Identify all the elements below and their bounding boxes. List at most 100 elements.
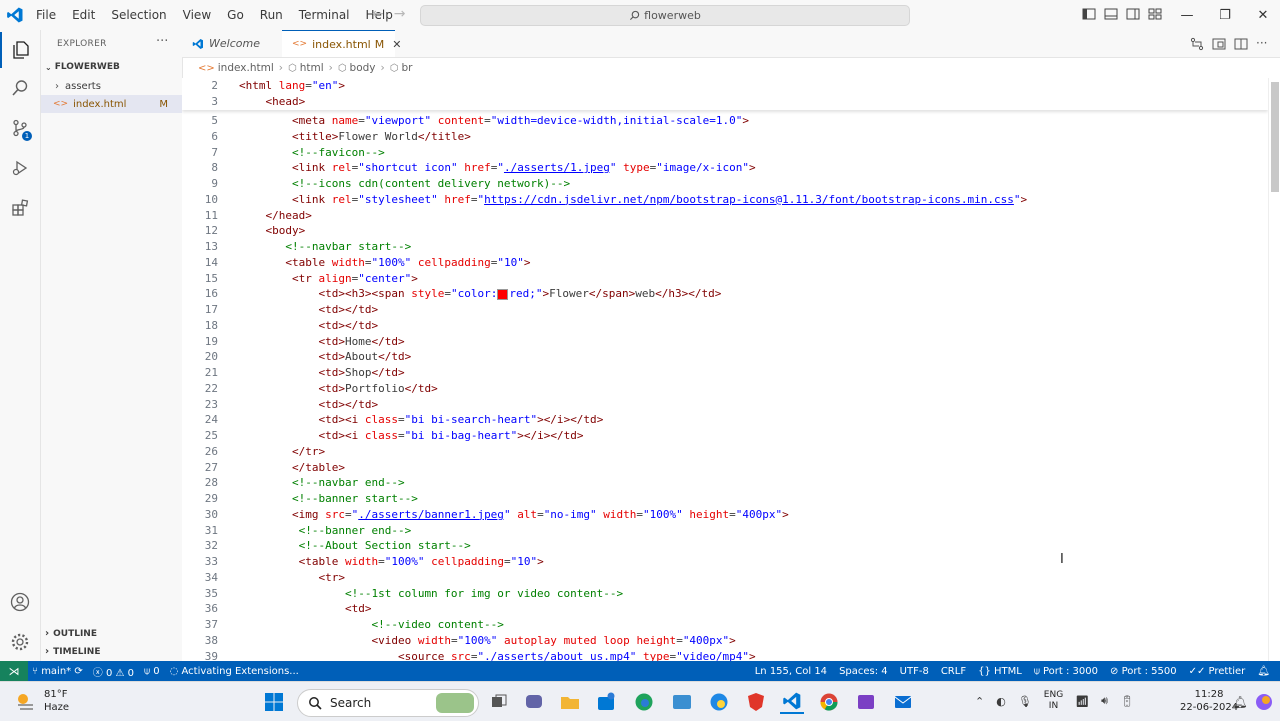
breadcrumb-item[interactable]: br xyxy=(401,62,412,74)
sticky-scroll-line[interactable]: 3 <head> xyxy=(182,94,1268,110)
wifi-icon[interactable]: 📶︎ xyxy=(1075,695,1089,708)
sticky-scroll-line[interactable]: 2 <html lang="en"> xyxy=(182,78,1268,94)
explorer-icon[interactable] xyxy=(0,32,40,68)
outline-section[interactable]: › OUTLINE xyxy=(45,628,97,639)
menu-edit[interactable]: Edit xyxy=(64,8,103,22)
breadcrumb-item[interactable]: body xyxy=(350,62,376,74)
code-line[interactable]: 20 <td>About</td> xyxy=(182,349,1268,365)
forward-arrow-icon[interactable]: → xyxy=(394,6,406,22)
mic-off-icon[interactable]: ◐ xyxy=(996,695,1006,708)
code-line[interactable]: 35 <!--1st column for img or video conte… xyxy=(182,586,1268,602)
code-line[interactable]: 11 </head> xyxy=(182,208,1268,224)
edge-browser-icon[interactable] xyxy=(632,690,656,714)
code-line[interactable]: 24 <td><i class="bi bi-search-heart"></i… xyxy=(182,412,1268,428)
code-line[interactable]: 26 </tr> xyxy=(182,444,1268,460)
scrollbar-thumb[interactable] xyxy=(1271,82,1279,192)
ports-status[interactable]: ⍦ 0 xyxy=(144,666,160,677)
port-3000-status[interactable]: ⍦ Port : 3000 xyxy=(1034,666,1098,677)
maximize-icon[interactable]: ❐ xyxy=(1206,8,1244,23)
code-line[interactable]: 12 <body> xyxy=(182,223,1268,239)
code-line[interactable]: 9 <!--icons cdn(content delivery network… xyxy=(182,176,1268,192)
python-icon[interactable] xyxy=(707,690,731,714)
media-app-icon[interactable] xyxy=(854,690,878,714)
open-preview-icon[interactable] xyxy=(1212,37,1226,51)
command-center[interactable]: flowerweb xyxy=(420,5,910,26)
color-swatch[interactable] xyxy=(497,288,509,300)
mail-app-icon[interactable] xyxy=(891,690,915,714)
cursor-position-status[interactable]: Ln 155, Col 14 xyxy=(755,666,827,677)
back-arrow-icon[interactable]: ← xyxy=(372,6,384,22)
minimize-icon[interactable]: — xyxy=(1168,8,1206,23)
menu-go[interactable]: Go xyxy=(219,8,252,22)
code-line[interactable]: 27 </table> xyxy=(182,460,1268,476)
mysql-icon[interactable] xyxy=(670,690,694,714)
indentation-status[interactable]: Spaces: 4 xyxy=(839,666,888,677)
eol-status[interactable]: CRLF xyxy=(941,666,966,677)
chevron-up-icon[interactable]: ⌃ xyxy=(975,695,984,708)
tab-index-html[interactable]: <> index.html M ✕ xyxy=(282,30,401,57)
breadcrumb-item[interactable]: html xyxy=(300,62,324,74)
toggle-primary-sidebar-icon[interactable] xyxy=(1082,7,1096,21)
tree-item-index-html[interactable]: <> index.html M xyxy=(41,95,182,113)
code-line[interactable]: 19 <td>Home</td> xyxy=(182,334,1268,350)
code-line[interactable]: 39 <source src="./asserts/about us.mp4" … xyxy=(182,649,1268,662)
code-line[interactable]: 36 <td> xyxy=(182,601,1268,617)
settings-gear-icon[interactable] xyxy=(0,624,40,660)
source-control-icon[interactable]: 1 xyxy=(0,110,40,146)
close-tab-icon[interactable]: ✕ xyxy=(392,38,401,51)
code-line[interactable]: 16 <td><h3><span style="color: red;">Flow… xyxy=(182,286,1268,302)
code-line[interactable]: 38 <video width="100%" autoplay muted lo… xyxy=(182,633,1268,649)
tab-welcome[interactable]: Welcome xyxy=(182,30,282,57)
code-line[interactable]: 15 <tr align="center"> xyxy=(182,271,1268,287)
code-line[interactable]: 33 <table width="100%" cellpadding="10"> xyxy=(182,554,1268,570)
microphone-icon[interactable]: 🎙︎ xyxy=(1018,695,1032,708)
editor-scrollbar[interactable] xyxy=(1268,78,1280,661)
code-line[interactable]: 14 <table width="100%" cellpadding="10"> xyxy=(182,255,1268,271)
code-line[interactable]: 31 <!--banner end--> xyxy=(182,523,1268,539)
code-line[interactable]: 22 <td>Portfolio</td> xyxy=(182,381,1268,397)
code-line[interactable]: 7 <!--favicon--> xyxy=(182,145,1268,161)
code-line[interactable]: 13 <!--navbar start--> xyxy=(182,239,1268,255)
code-line[interactable]: 17 <td></td> xyxy=(182,302,1268,318)
menu-terminal[interactable]: Terminal xyxy=(291,8,358,22)
problems-status[interactable]: ⓧ 0 ⚠ 0 xyxy=(93,664,134,679)
code-line[interactable]: 34 <tr> xyxy=(182,570,1268,586)
menu-selection[interactable]: Selection xyxy=(103,8,174,22)
code-line[interactable]: 30 <img src="./asserts/banner1.jpeg" alt… xyxy=(182,507,1268,523)
weather-widget[interactable]: 81°F Haze xyxy=(14,688,69,714)
taskbar-search[interactable]: Search xyxy=(297,689,479,717)
vscode-taskbar-icon[interactable] xyxy=(780,690,804,714)
file-explorer-icon[interactable] xyxy=(558,690,582,714)
code-line[interactable]: 8 <link rel="shortcut icon" href="./asse… xyxy=(182,160,1268,176)
breadcrumb-item[interactable]: index.html xyxy=(218,62,274,74)
code-line[interactable]: 6 <title>Flower World</title> xyxy=(182,129,1268,145)
code-line[interactable]: 32 <!--About Section start--> xyxy=(182,538,1268,554)
search-icon[interactable] xyxy=(0,70,40,106)
remote-icon[interactable]: ⋊ xyxy=(0,661,28,681)
extensions-icon[interactable] xyxy=(0,190,40,226)
start-button[interactable] xyxy=(262,690,286,714)
account-icon[interactable] xyxy=(0,584,40,620)
menu-view[interactable]: View xyxy=(175,8,219,22)
code-line[interactable]: 28 <!--navbar end--> xyxy=(182,475,1268,491)
encoding-status[interactable]: UTF-8 xyxy=(900,666,929,677)
toggle-secondary-sidebar-icon[interactable] xyxy=(1126,7,1140,21)
code-line[interactable]: 23 <td></td> xyxy=(182,397,1268,413)
code-line[interactable]: 29 <!--banner start--> xyxy=(182,491,1268,507)
chrome-browser-icon[interactable] xyxy=(817,690,841,714)
timeline-section[interactable]: › TIMELINE xyxy=(45,646,100,657)
workspace-folder[interactable]: ⌄ FLOWERWEB xyxy=(45,62,120,72)
toggle-panel-icon[interactable] xyxy=(1104,7,1118,21)
language-indicator[interactable]: ENG IN xyxy=(1044,690,1063,712)
code-line[interactable]: 37 <!--video content--> xyxy=(182,617,1268,633)
close-icon[interactable]: ✕ xyxy=(1244,8,1280,23)
code-line[interactable]: 21 <td>Shop</td> xyxy=(182,365,1268,381)
code-line[interactable]: 18 <td></td> xyxy=(182,318,1268,334)
open-changes-icon[interactable] xyxy=(1190,37,1204,51)
store-icon[interactable] xyxy=(594,690,618,714)
split-editor-icon[interactable] xyxy=(1234,37,1248,51)
customize-layout-icon[interactable] xyxy=(1148,7,1162,21)
language-status[interactable]: {} HTML xyxy=(978,666,1022,677)
menu-run[interactable]: Run xyxy=(252,8,291,22)
code-line[interactable]: 5 <meta name="viewport" content="width=d… xyxy=(182,113,1268,129)
